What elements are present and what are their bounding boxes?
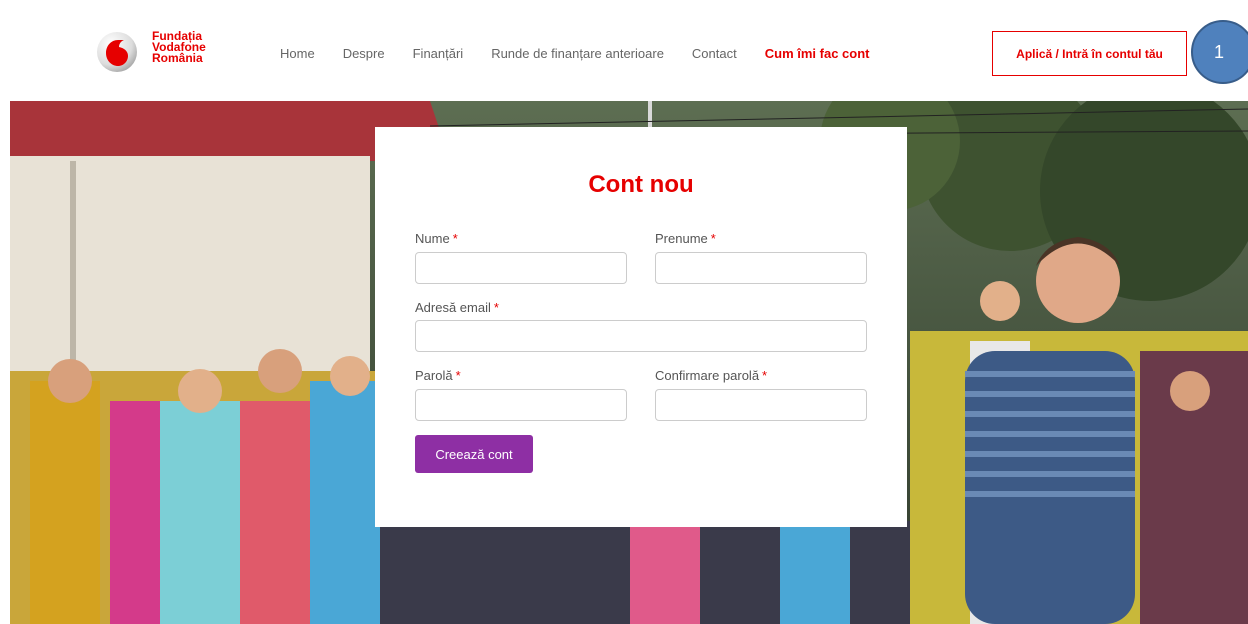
first-name-label: Prenume * <box>655 231 716 246</box>
nav-cum-imi-fac-cont[interactable]: Cum îmi fac cont <box>765 46 870 61</box>
nav-contact[interactable]: Contact <box>692 46 737 61</box>
new-account-form: Cont nou Nume * Prenume * Adresă email * Pa… <box>375 127 907 527</box>
nav-runde-anterioare[interactable]: Runde de finanțare anterioare <box>491 46 664 61</box>
nav-finantari[interactable]: Finanțări <box>413 46 464 61</box>
brand-name: Fundația Vodafone România <box>152 30 206 65</box>
password-label: Parolă * <box>415 368 461 383</box>
required-mark: * <box>710 231 716 246</box>
apply-login-button[interactable]: Aplică / Intră în contul tău <box>992 31 1187 76</box>
last-name-input[interactable] <box>415 252 627 284</box>
step-marker-badge: 1 <box>1191 20 1248 84</box>
main-nav: Home Despre Finanțări Runde de finanțare… <box>280 44 897 62</box>
required-mark: * <box>493 300 499 315</box>
password-label-text: Parolă <box>415 368 453 383</box>
last-name-label-text: Nume <box>415 231 450 246</box>
vodafone-logo-icon <box>97 32 137 72</box>
last-name-label: Nume * <box>415 231 458 246</box>
required-mark: * <box>762 368 768 383</box>
create-account-button[interactable]: Creează cont <box>415 435 533 473</box>
site-header: Fundația Vodafone România Home Despre Fi… <box>0 0 1248 101</box>
required-mark: * <box>452 231 458 246</box>
form-title: Cont nou <box>588 171 694 198</box>
email-label-text: Adresă email <box>415 300 491 315</box>
required-mark: * <box>455 368 461 383</box>
first-name-input[interactable] <box>655 252 867 284</box>
password-confirm-label-text: Confirmare parolă <box>655 368 760 383</box>
nav-home[interactable]: Home <box>280 46 315 61</box>
password-input[interactable] <box>415 389 627 421</box>
password-confirm-label: Confirmare parolă * <box>655 368 767 383</box>
email-label: Adresă email * <box>415 300 499 315</box>
vodafone-logo-link[interactable]: Fundația Vodafone România <box>96 28 236 76</box>
email-input[interactable] <box>415 320 867 352</box>
first-name-label-text: Prenume <box>655 231 708 246</box>
nav-despre[interactable]: Despre <box>343 46 385 61</box>
brand-name-line3: România <box>152 51 203 65</box>
password-confirm-input[interactable] <box>655 389 867 421</box>
